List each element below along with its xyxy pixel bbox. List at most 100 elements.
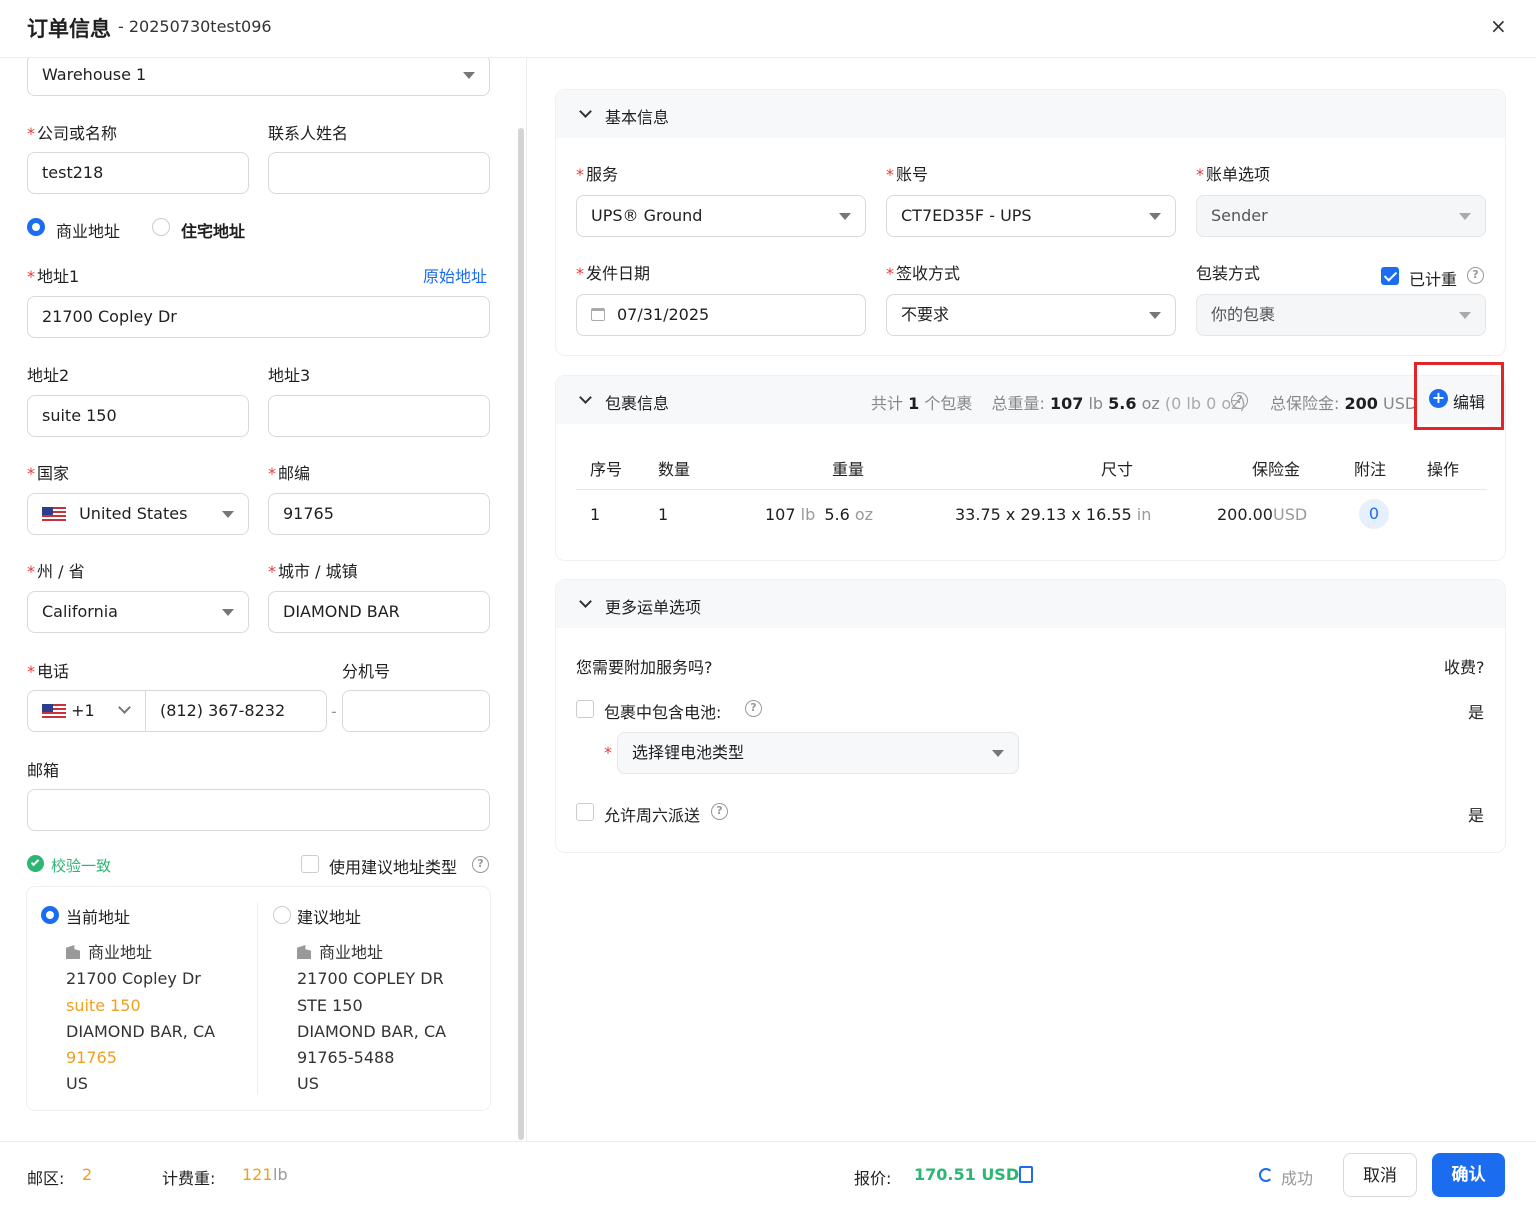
current-address-radio[interactable] [41,906,59,924]
help-icon[interactable]: ? [1467,267,1484,284]
weighed-checkbox[interactable] [1381,267,1399,285]
address-compare-box: 当前地址 商业地址 21700 Copley Dr suite 150 DIAM… [27,887,490,1110]
warehouse-select[interactable]: Warehouse 1 [27,58,490,96]
billing-label: 账单选项 [1206,165,1271,184]
packaging-value: 你的包裹 [1211,305,1276,324]
battery-fee: 是 [1468,703,1485,722]
signature-label: 签收方式 [896,264,961,283]
row-weight-oz: 5.6 [824,505,850,524]
battery-type-select[interactable]: 选择锂电池类型 [617,732,1019,774]
billing-select[interactable]: Sender [1196,195,1486,237]
packaging-select[interactable]: 你的包裹 [1196,294,1486,336]
warehouse-value: Warehouse 1 [42,65,147,84]
commercial-radio[interactable] [27,218,45,236]
contact-input[interactable] [268,152,490,194]
service-select[interactable]: UPS® Ground [576,195,866,237]
saturday-checkbox[interactable] [576,803,594,821]
residential-label: 住宅地址 [181,222,246,241]
package-summary: 共计 1 个包裹 总重量: 107 lb 5.6 oz (0 lb 0 oz) [871,390,1246,414]
battery-checkbox[interactable] [576,700,594,718]
help-icon[interactable]: ? [1231,392,1248,409]
quote-detail-icon[interactable] [1019,1166,1033,1183]
addon-question: 您需要附加服务吗? [576,658,713,677]
zip-input[interactable]: 91765 [268,493,490,535]
current-line3: DIAMOND BAR, CA [66,1021,216,1041]
contact-label: 联系人姓名 [268,124,349,143]
close-icon[interactable]: × [1490,14,1507,38]
company-input[interactable]: test218 [27,152,249,194]
note-badge[interactable]: 0 [1359,499,1389,529]
package-info-header[interactable]: 包裹信息 共计 1 个包裹 总重量: 107 lb 5.6 oz (0 lb 0… [556,376,1505,424]
verify-status: 校验一致 [51,857,112,875]
suggested-line4: 91765-5488 [297,1048,395,1068]
billed-weight-unit: lb [273,1165,288,1184]
service-label: 服务 [586,165,619,184]
chevron-down-icon [992,750,1004,757]
row-qty: 1 [658,505,669,524]
email-input[interactable] [27,789,490,831]
refresh-icon[interactable] [1259,1168,1273,1182]
suggested-line1: 21700 COPLEY DR [297,969,444,989]
chevron-down-icon [579,105,592,118]
country-select[interactable]: United States [27,493,249,535]
phone-code-select[interactable]: +1 [27,690,146,732]
suggested-address-radio[interactable] [273,906,291,924]
row-weight-lb: 107 [765,505,796,524]
zone-label: 邮区: [27,1169,65,1188]
us-flag-icon [42,704,66,719]
original-address-link[interactable]: 原始地址 [423,263,487,287]
edit-package-button[interactable]: + 编辑 [1414,362,1504,430]
us-flag-icon [42,507,66,522]
summary-total-suffix: 个包裹 [924,394,973,413]
insurance-value: 200 [1344,394,1378,413]
address2-input[interactable]: suite 150 [27,395,249,437]
account-value: CT7ED35F - UPS [901,206,1032,225]
more-options-section: 更多运单选项 您需要附加服务吗? 收费? 包裹中包含电池: ? 是 * 选择锂电… [555,579,1506,853]
billed-weight-label: 计费重: [162,1169,216,1188]
account-select[interactable]: CT7ED35F - UPS [886,195,1176,237]
state-select[interactable]: California [27,591,249,633]
building-icon [66,945,80,959]
billing-value: Sender [1211,206,1268,225]
left-scrollbar[interactable] [518,128,524,1140]
use-suggested-type-checkbox[interactable] [301,855,319,873]
dialog-title: 订单信息 [27,17,111,41]
suggested-line3: DIAMOND BAR, CA [297,1021,447,1041]
basic-info-header[interactable]: 基本信息 [556,90,1505,138]
current-type: 商业地址 [88,943,153,962]
phone-input[interactable]: (812) 367-8232 [145,690,327,732]
weight-oz-unit: oz [1141,394,1160,413]
address3-input[interactable] [268,395,490,437]
col-seq: 序号 [590,460,623,479]
more-options-header[interactable]: 更多运单选项 [556,580,1505,628]
use-suggested-type-label: 使用建议地址类型 [329,858,458,877]
basic-info-section: 基本信息 * 服务 * 账号 * 账单选项 UPS® Ground CT7ED35F … [555,89,1506,356]
current-line4: 91765 [66,1048,117,1068]
col-action: 操作 [1427,460,1460,479]
help-icon[interactable]: ? [711,803,728,820]
help-icon[interactable]: ? [472,856,489,873]
signature-select[interactable]: 不要求 [886,294,1176,336]
address1-input[interactable]: 21700 Copley Dr [27,296,490,338]
row-dims: 33.75 x 29.13 x 16.55 in [955,505,1151,524]
confirm-button[interactable]: 确认 [1432,1153,1505,1197]
building-icon [297,945,311,959]
city-input[interactable]: DIAMOND BAR [268,591,490,633]
fee-header: 收费? [1444,658,1485,677]
chevron-down-icon [1149,213,1161,220]
col-insurance: 保险金 [1252,460,1301,479]
chevron-down-icon [839,213,851,220]
current-line2: suite 150 [66,995,141,1015]
edit-label: 编辑 [1453,393,1486,412]
chevron-down-icon [579,595,592,608]
cancel-button[interactable]: 取消 [1343,1153,1417,1197]
ship-date-input[interactable]: 07/31/2025 [576,294,866,336]
chevron-down-icon [222,511,234,518]
current-address-title: 当前地址 [66,908,131,927]
extension-input[interactable] [342,690,490,732]
help-icon[interactable]: ? [745,700,762,717]
weight-oz: 5.6 [1108,394,1137,413]
address2-label: 地址2 [27,366,70,385]
col-qty: 数量 [658,460,691,479]
residential-radio[interactable] [152,218,170,236]
